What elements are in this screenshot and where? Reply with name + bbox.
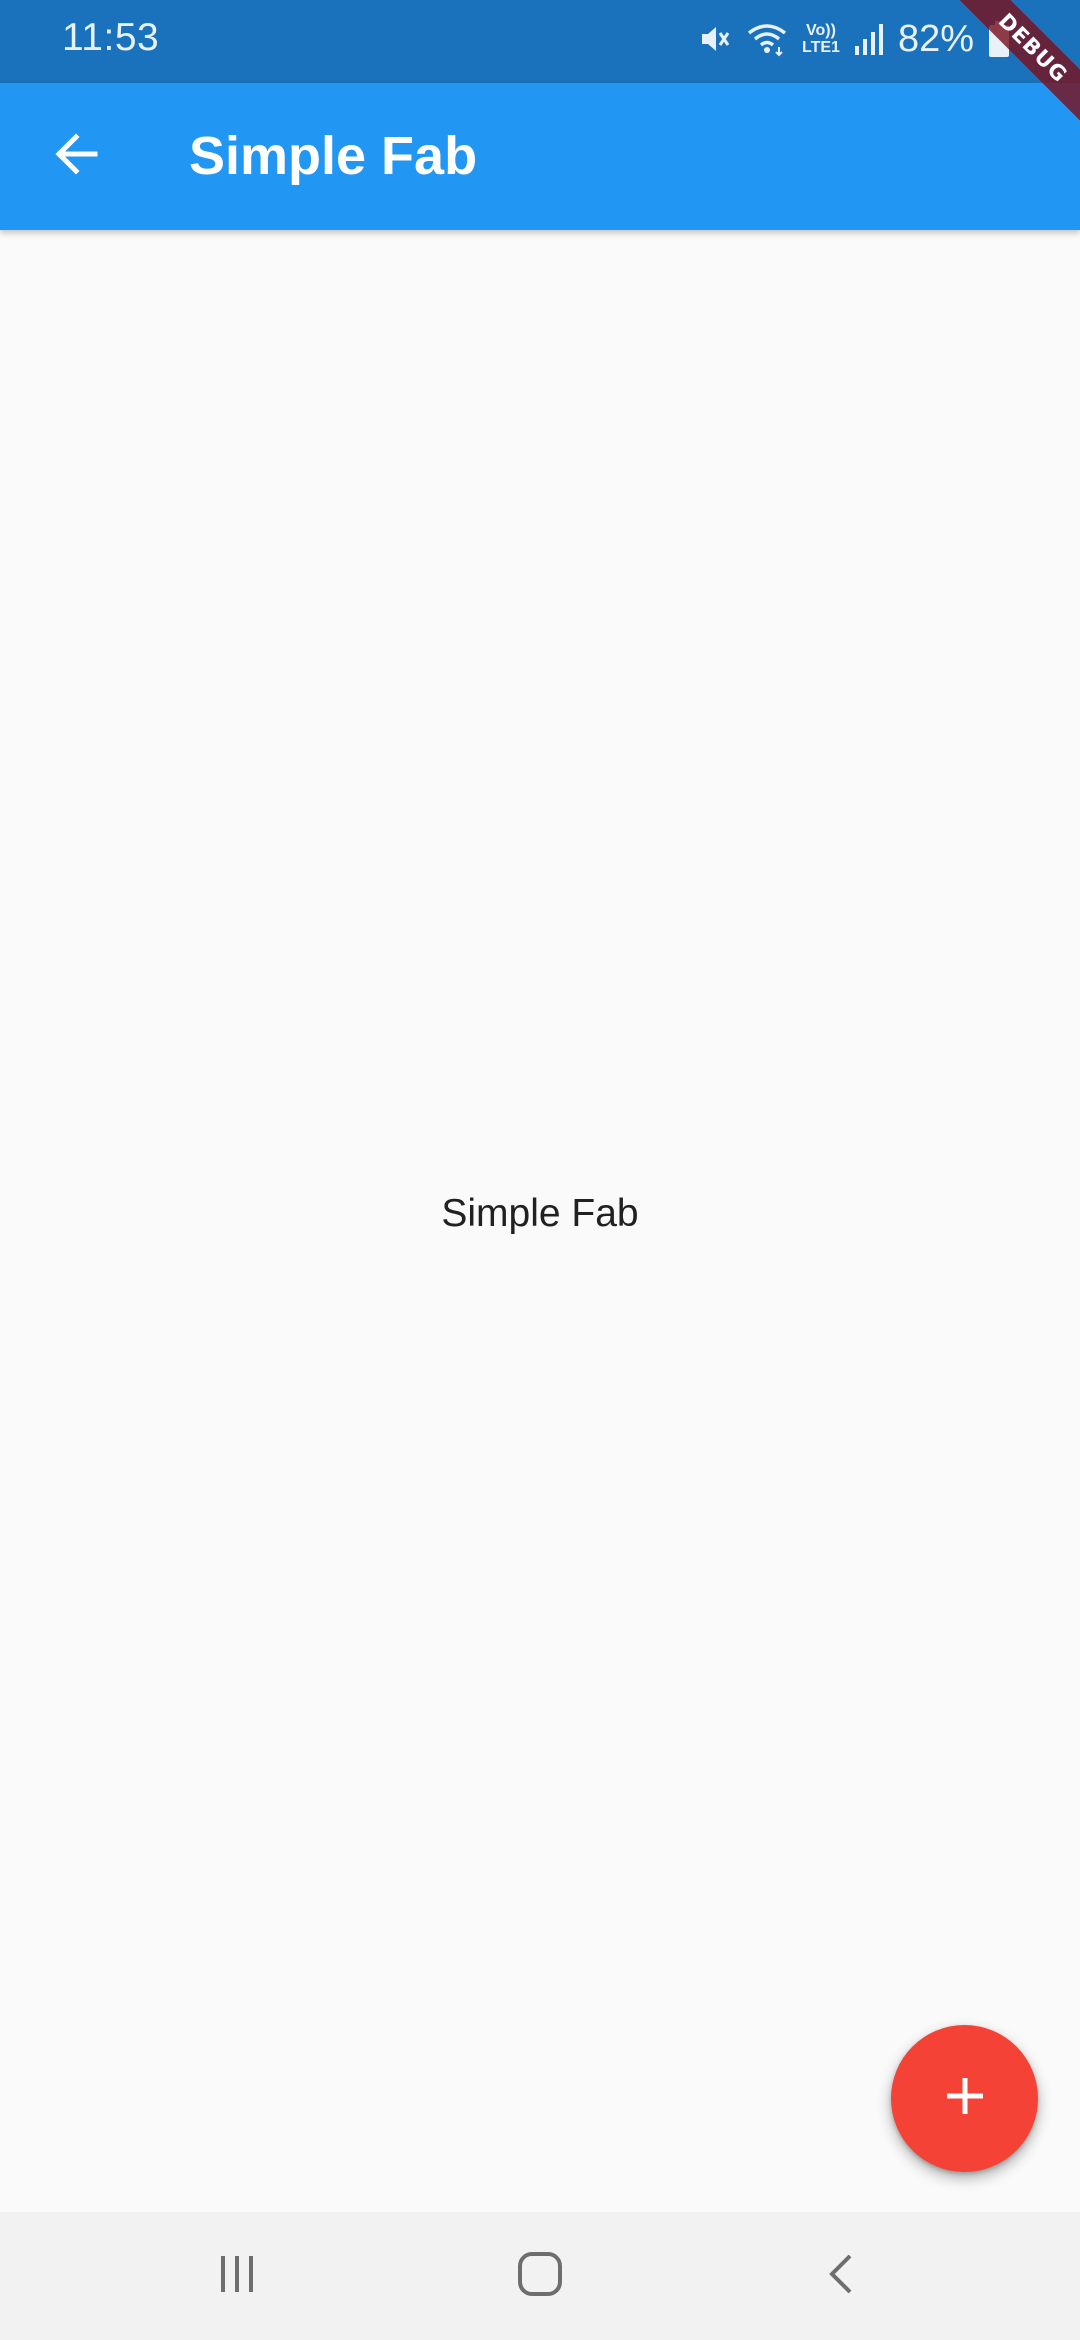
nav-back-button[interactable]: [792, 2234, 892, 2318]
status-icons: Vo)) LTE1 82%: [696, 14, 1010, 64]
signal-icon: [854, 22, 884, 56]
system-nav-bar: [0, 2212, 1080, 2340]
status-bar: 11:53 Vo)) LTE1 82%: [0, 0, 1080, 83]
nav-recents-button[interactable]: [187, 2234, 287, 2318]
volte-icon: Vo)) LTE1: [802, 22, 840, 56]
home-icon: [516, 2250, 564, 2303]
back-button[interactable]: [40, 120, 112, 192]
battery-icon: [988, 20, 1010, 58]
arrow-back-icon: [51, 129, 101, 184]
wifi-icon: [746, 21, 788, 57]
add-icon: [943, 2074, 987, 2123]
battery-percent: 82%: [897, 17, 974, 60]
back-icon: [820, 2252, 864, 2301]
status-time: 11:53: [62, 16, 160, 59]
body-area: Simple Fab: [0, 230, 1080, 2212]
add-fab-button[interactable]: [891, 2025, 1038, 2172]
app-screen: 11:53 Vo)) LTE1 82% DEBUG Simple Fab Sim…: [0, 0, 1080, 2340]
nav-home-button[interactable]: [490, 2234, 590, 2318]
page-title: Simple Fab: [189, 126, 478, 186]
app-bar: Simple Fab: [0, 83, 1080, 230]
recents-icon: [215, 2252, 259, 2301]
body-center-text: Simple Fab: [441, 1192, 639, 1235]
mute-icon: [696, 21, 732, 57]
